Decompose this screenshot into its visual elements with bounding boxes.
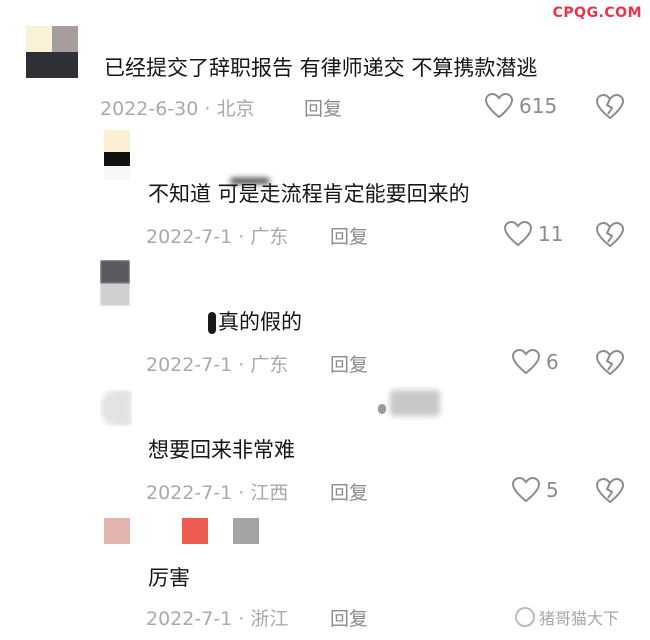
comment-item: 厉害 2022-7-1 · 浙江 回复 (0, 0, 650, 640)
watermark-logo-icon (515, 607, 535, 627)
comment-meta: 2022-7-1 · 浙江 (146, 604, 288, 631)
username-redacted (233, 518, 259, 544)
username-redacted (182, 518, 208, 544)
comment-text: 厉害 (148, 566, 190, 590)
watermark-text: 猪哥猫大下 (539, 609, 620, 628)
comment-location: 浙江 (250, 608, 289, 630)
bottom-watermark: 猪哥猫大下 (515, 605, 619, 629)
meta-separator: · (232, 608, 251, 630)
avatar[interactable] (104, 518, 130, 544)
reply-button[interactable]: 回复 (330, 604, 368, 631)
comment-date: 2022-7-1 (146, 608, 233, 630)
